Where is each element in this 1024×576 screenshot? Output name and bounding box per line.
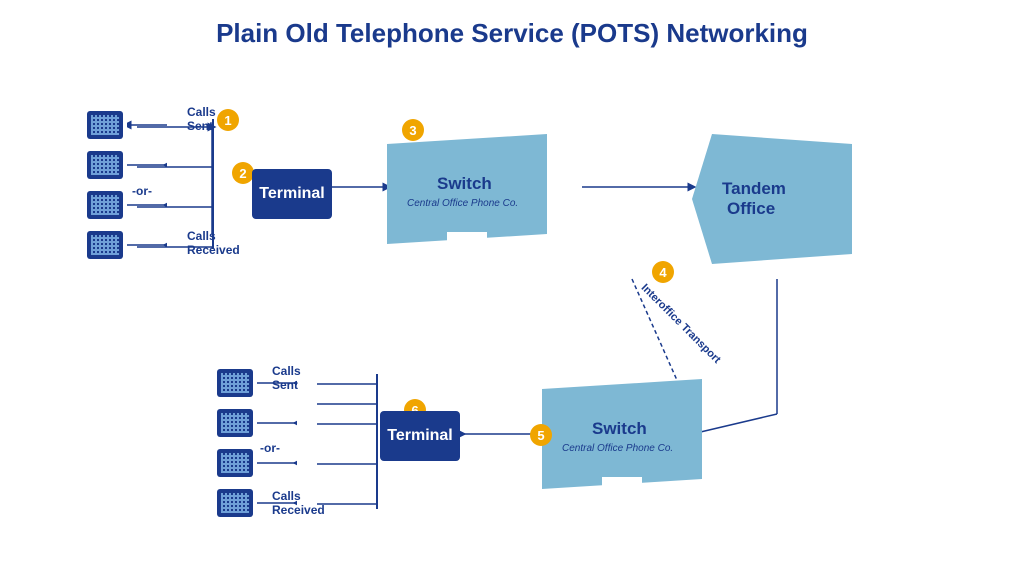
badge-4: 4 xyxy=(652,261,674,283)
phone-icon-1 xyxy=(87,111,123,139)
calls-sent-label-bottom: CallsSent xyxy=(272,364,301,392)
svg-text:Office: Office xyxy=(727,199,775,218)
badge-5: 5 xyxy=(530,424,552,446)
tandem-office: Tandem Office xyxy=(692,134,852,269)
svg-text:Tandem: Tandem xyxy=(722,179,786,198)
switch-bottom: Switch Central Office Phone Co. xyxy=(542,379,742,504)
phone-row-6 xyxy=(217,409,297,437)
phone-row-4 xyxy=(87,231,167,259)
phone-icon-3 xyxy=(87,191,123,219)
switch-top: Switch Central Office Phone Co. xyxy=(387,134,587,259)
badge-1: 1 xyxy=(217,109,239,131)
phone-row-7 xyxy=(217,449,297,477)
phone-row-1 xyxy=(87,111,167,139)
phone-icon-4 xyxy=(87,231,123,259)
phone-line-top xyxy=(212,119,214,249)
badge-2: 2 xyxy=(232,162,254,184)
page-title: Plain Old Telephone Service (POTS) Netwo… xyxy=(32,18,992,49)
interoffice-label: Interoffice Transport xyxy=(637,279,725,367)
phone-icon-5 xyxy=(217,369,253,397)
phone-icon-2 xyxy=(87,151,123,179)
svg-text:Central Office Phone Co.: Central Office Phone Co. xyxy=(562,443,673,454)
diagram-body: 1 CallsSent -or- CallsReceived 2 xyxy=(32,59,992,539)
phone-row-3 xyxy=(87,191,167,219)
phone-icon-6 xyxy=(217,409,253,437)
phone-icon-8 xyxy=(217,489,253,517)
phone-icon-7 xyxy=(217,449,253,477)
svg-text:Switch: Switch xyxy=(437,174,492,193)
phone-line-bottom xyxy=(376,374,378,509)
terminal-bottom: Terminal xyxy=(380,411,460,461)
svg-text:Switch: Switch xyxy=(592,419,647,438)
calls-received-label-bottom: CallsReceived xyxy=(272,489,325,517)
terminal-top: Terminal xyxy=(252,169,332,219)
diagram-container: Plain Old Telephone Service (POTS) Netwo… xyxy=(12,8,1012,568)
svg-text:Central Office Phone Co.: Central Office Phone Co. xyxy=(407,198,518,209)
phone-row-2 xyxy=(87,151,167,179)
connections-svg xyxy=(32,59,992,539)
